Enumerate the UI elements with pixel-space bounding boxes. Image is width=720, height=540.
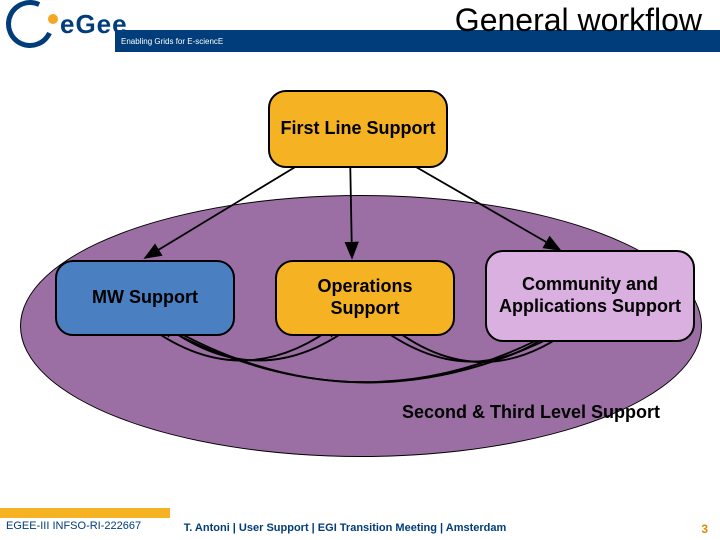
logo-mark — [6, 0, 60, 48]
slide: eGee Enabling Grids for E-sciencE Genera… — [0, 0, 720, 540]
footer-center: T. Antoni | User Support | EGI Transitio… — [0, 522, 690, 534]
footer-accent-bar — [0, 508, 170, 518]
box-mw-support: MW Support — [55, 260, 235, 336]
header: eGee Enabling Grids for E-sciencE Genera… — [0, 0, 720, 55]
box-operations-support: Operations Support — [275, 260, 455, 336]
diagram-canvas: First Line Support MW Support Operations… — [0, 60, 720, 480]
logo: eGee — [6, 0, 128, 48]
page-number: 3 — [701, 522, 708, 536]
footer: EGEE-III INFSO-RI-222667 T. Antoni | Use… — [0, 508, 720, 540]
tagline: Enabling Grids for E-sciencE — [121, 37, 223, 46]
box-first-line-support: First Line Support — [268, 90, 448, 168]
box-community-applications-support: Community and Applications Support — [485, 250, 695, 342]
label-second-third-level: Second & Third Level Support — [402, 402, 660, 424]
slide-title: General workflow — [455, 2, 702, 39]
